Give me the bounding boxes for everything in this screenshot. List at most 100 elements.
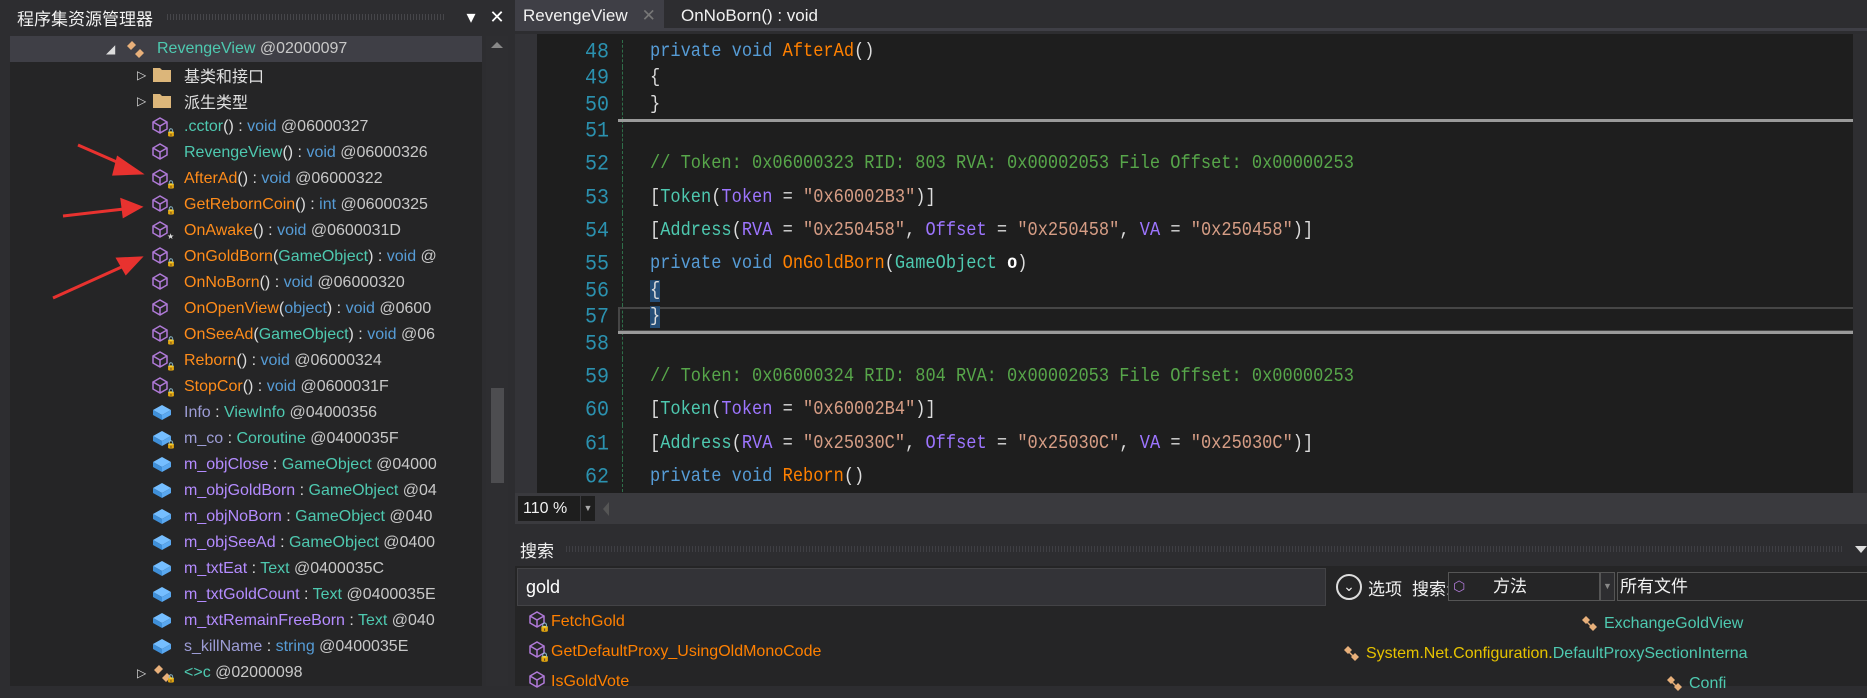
code-editor[interactable]: 48 private void AfterAd() 49{50} 51 52// Tok… [515, 34, 1867, 493]
scroll-up-icon[interactable] [491, 42, 503, 48]
tree-item[interactable]: ▷ 基类和接口 [10, 62, 482, 88]
close-icon[interactable]: ✕ [484, 7, 510, 28]
code-line[interactable]: 57} [537, 305, 1857, 333]
tree-item[interactable]: ▷ 🔒 <>c @02000098 [10, 660, 482, 686]
chevron-down-icon[interactable]: ▼ [1600, 572, 1615, 601]
tree-item[interactable]: ★ OnAwake() : void @0600031D [10, 218, 482, 244]
tree-item[interactable]: 🔒 OnSeeAd(GameObject) : void @06 [10, 322, 482, 348]
search-kind-select[interactable]: ⬡ 方法 [1448, 572, 1600, 601]
tree-item[interactable]: ▷ 派生类型 [10, 88, 482, 114]
tree-item[interactable]: ◢ RevengeView @02000097 [10, 36, 482, 62]
tree-item[interactable]: 🔒 GetRebornCoin() : int @06000325 [10, 192, 482, 218]
code-token: () [854, 40, 875, 63]
scroll-thumb[interactable] [491, 388, 504, 483]
tree-item[interactable]: OnNoBorn() : void @06000320 [10, 270, 482, 296]
options-label[interactable]: 选项 [1368, 575, 1402, 600]
tree-item[interactable]: m_txtGoldCount : Text @0400035E [10, 582, 482, 608]
chevron-down-icon[interactable]: ▼ [581, 496, 595, 521]
tree-item[interactable]: m_objNoBorn : GameObject @040 [10, 504, 482, 530]
label-segment: : [299, 586, 313, 603]
line-number: 59 [584, 364, 609, 391]
code-line[interactable]: 48 private void AfterAd() [537, 39, 1857, 67]
code-token: "0x250458" [803, 220, 906, 242]
tree-item[interactable]: 🔒 .cctor() : void @06000327 [10, 114, 482, 140]
label-segment: @04 [398, 482, 437, 499]
code-line[interactable]: 60 [Token(Token = "0x60002B4")] [537, 391, 1857, 426]
drag-grip[interactable] [167, 14, 444, 20]
method-icon [528, 670, 548, 693]
tree-item[interactable]: m_objGoldBorn : GameObject @04 [10, 478, 482, 504]
tree-item[interactable]: m_objSeeAd : GameObject @0400 [10, 530, 482, 556]
dropdown-triangle-icon[interactable]: ▾ [458, 7, 484, 28]
tree-item[interactable]: Info : ViewInfo @04000356 [10, 400, 482, 426]
search-panel: 搜索 ⌄ 选项 搜索: ⬡方法 ▼ 所有文件 🔒FetchGoldExchang… [515, 532, 1867, 692]
collapsed-triangle-icon[interactable]: ▷ [137, 68, 149, 82]
tree-item[interactable]: 🔒 AfterAd() : void @06000322 [10, 166, 482, 192]
method-icon: ⬡ [1453, 578, 1466, 594]
tree-item[interactable]: 🔒 OnGoldBorn(GameObject) : void @ [10, 244, 482, 270]
options-toggle-icon[interactable]: ⌄ [1336, 574, 1362, 600]
line-number: 56 [584, 278, 609, 304]
code-line[interactable]: 54 [Address(RVA = "0x250458", Offset = "0… [537, 212, 1857, 246]
search-scope-select[interactable]: 所有文件 [1617, 572, 1867, 601]
dropdown-triangle-icon[interactable] [1855, 545, 1867, 553]
code-token: Address [660, 432, 732, 455]
lock-icon: 🔒 [166, 206, 176, 215]
indent-guide [622, 40, 623, 67]
code-line[interactable]: 59 // Token: 0x06000324 RID: 804 RVA: 0x0… [537, 358, 1857, 392]
method-icon [151, 272, 175, 294]
label-segment: @06000325 [336, 196, 428, 213]
close-icon[interactable]: ✕ [642, 6, 656, 26]
code-line[interactable]: 49 { [537, 66, 1857, 93]
zoom-level-select[interactable]: 110 % [518, 496, 580, 521]
folder-icon [151, 90, 175, 112]
code-text: [Address(RVA = "0x250458", Offset = "0x2… [650, 220, 1313, 242]
label-segment: @02000098 [210, 664, 303, 681]
result-container: ExchangeGoldView [1580, 613, 1743, 633]
label-segment: void [247, 118, 277, 135]
code-line[interactable]: 53 [Token(Token = "0x60002B3")] [537, 179, 1857, 213]
code-line[interactable]: 52 // Token: 0x06000323 RID: 803 RVA: 0x0… [537, 146, 1857, 180]
collapsed-triangle-icon[interactable]: ▷ [137, 94, 149, 108]
code-line[interactable]: 61 [Address(RVA = "0x25030C", Offset = "0… [537, 425, 1857, 459]
search-result-row[interactable]: 🔒 FetchGold ExchangeGoldView [515, 608, 1867, 638]
tree-item[interactable]: s_killName : string @0400035E [10, 634, 482, 660]
indent-guide [622, 93, 623, 120]
code-line[interactable]: 58 [537, 331, 1857, 359]
expanded-triangle-icon[interactable]: ◢ [106, 42, 118, 56]
tree-item[interactable]: m_txtRemainFreeBorn : Text @040 [10, 608, 482, 634]
tree-item[interactable]: 🔒 Reborn() : void @06000324 [10, 348, 482, 374]
search-result-row[interactable]: 🔒 GetDefaultProxy_UsingOldMonoCode System.… [515, 638, 1867, 668]
scroll-left-icon[interactable] [603, 502, 609, 516]
tree-item[interactable]: m_objClose : GameObject @04000 [10, 452, 482, 478]
search-input[interactable] [517, 568, 1326, 606]
code-token: = [986, 432, 1018, 455]
code-line[interactable]: 51 [537, 118, 1857, 146]
label-segment: ) : [326, 300, 346, 317]
tab-revengeview[interactable]: RevengeView ✕ [515, 0, 664, 31]
code-token: VA [1139, 432, 1161, 455]
label-segment: int [319, 196, 337, 213]
tree-item[interactable]: 🔒 m_co : Coroutine @0400035F [10, 426, 482, 452]
tree-item[interactable]: 🔒 StopCor() : void @0600031F [10, 374, 482, 400]
tree-item[interactable]: m_txtEat : Text @0400035C [10, 556, 482, 582]
code-token: } [650, 93, 661, 116]
tree-item-label: m_co : Coroutine @0400035F [184, 430, 399, 448]
tree-item[interactable]: RevengeView() : void @06000326 [10, 140, 482, 166]
indent-guide [622, 332, 623, 359]
method-separator [618, 118, 1857, 122]
search-result-row[interactable]: IsGoldVote Confi [515, 668, 1867, 698]
editor-scrollbar[interactable] [1853, 34, 1867, 493]
code-text: [Token(Token = "0x60002B4")] [650, 399, 936, 421]
code-line[interactable]: 62 private void Reborn() [537, 458, 1857, 492]
tree-item[interactable]: OnOpenView(object) : void @0600 [10, 296, 482, 322]
code-token: private void [650, 40, 783, 63]
code-line[interactable]: 50} [537, 92, 1857, 120]
drag-grip[interactable] [566, 546, 1843, 552]
tab-onnoborn[interactable]: OnNoBorn() : void [681, 0, 818, 31]
code-line[interactable]: 55 private void OnGoldBorn(GameObject o) [537, 245, 1857, 280]
collapsed-triangle-icon[interactable]: ▷ [137, 666, 149, 680]
label-segment: : [268, 456, 282, 473]
code-line[interactable]: 56 { [537, 279, 1857, 306]
tree-scrollbar[interactable] [486, 36, 508, 686]
